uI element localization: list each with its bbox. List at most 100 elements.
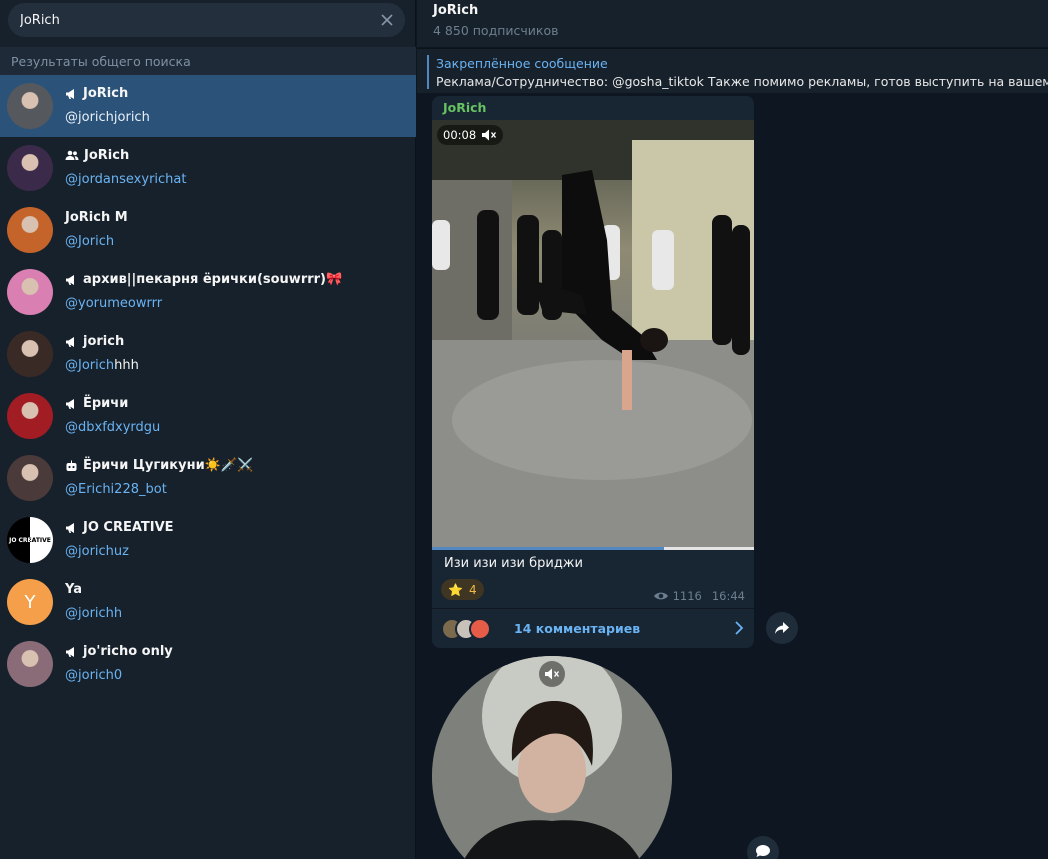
result-username-match: @Jorich bbox=[65, 358, 115, 373]
mute-icon[interactable] bbox=[481, 128, 497, 142]
avatar bbox=[7, 269, 53, 315]
result-username: @jorich0 bbox=[65, 668, 123, 683]
close-icon[interactable] bbox=[377, 10, 397, 30]
megaphone-icon bbox=[66, 336, 74, 347]
search-result-item[interactable]: архив||пекарня ёрички(souwrrr)🎀 @yorumeow… bbox=[0, 261, 416, 323]
comments-label[interactable]: 14 комментариев bbox=[514, 621, 640, 636]
megaphone-icon bbox=[66, 398, 74, 409]
result-title: архив||пекарня ёрички(souwrrr)🎀 bbox=[65, 272, 342, 287]
pinned-text: Реклама/Сотрудничество: @gosha_tiktok Та… bbox=[436, 74, 1048, 89]
result-username: @Jorich bbox=[65, 234, 115, 249]
result-title: JoRich bbox=[65, 148, 129, 163]
post-time: 16:44 bbox=[711, 589, 745, 603]
eye-icon bbox=[653, 592, 668, 600]
reaction-count: 4 bbox=[468, 582, 477, 597]
result-username: @Erichi228_bot bbox=[65, 482, 167, 497]
result-title: Ya bbox=[65, 582, 82, 597]
avatar bbox=[7, 455, 53, 501]
result-title-text: JoRich M bbox=[65, 210, 128, 225]
result-username: @jordansexyrichat bbox=[65, 172, 187, 187]
result-username: @jorichjorich bbox=[65, 110, 150, 125]
avatar bbox=[7, 83, 53, 129]
search-input[interactable] bbox=[20, 3, 380, 37]
search-result-item[interactable]: JO CREATIVE JO CREATIVE @jorichuz bbox=[0, 509, 416, 571]
result-title-text: jorich bbox=[83, 334, 125, 349]
result-username: @jorichuz bbox=[65, 544, 129, 559]
video-duration: 00:08 bbox=[443, 128, 477, 142]
result-title-text: архив||пекарня ёрички(souwrrr)🎀 bbox=[83, 272, 343, 287]
bot-icon bbox=[66, 460, 77, 471]
result-title: Ёричи Цугикуни☀️🗡️⚔️ bbox=[65, 458, 253, 473]
chat-title[interactable]: JoRich bbox=[433, 3, 478, 18]
commenter-avatars bbox=[441, 618, 507, 640]
pinned-bar bbox=[427, 55, 429, 89]
comments-bar[interactable]: 14 комментариев bbox=[432, 608, 754, 648]
pinned-message[interactable]: Закреплённое сообщение Реклама/Сотруднич… bbox=[417, 48, 1048, 93]
search-result-item[interactable]: jo'richo only @jorich0 bbox=[0, 633, 416, 695]
avatar bbox=[7, 641, 53, 687]
chat-panel: JoRich 4 850 подписчиков Закреплённое со… bbox=[417, 0, 1048, 859]
view-count: 1116 bbox=[672, 589, 702, 603]
result-title-text: Ya bbox=[65, 582, 82, 597]
mute-icon bbox=[545, 668, 560, 680]
result-title: JO CREATIVE bbox=[65, 520, 174, 535]
result-title: JoRich M bbox=[65, 210, 128, 225]
pinned-title: Закреплённое сообщение bbox=[436, 56, 608, 71]
megaphone-icon bbox=[66, 646, 74, 657]
post-meta: 1116 16:44 bbox=[653, 589, 745, 603]
post-author[interactable]: JoRich bbox=[443, 100, 486, 115]
avatar: Y bbox=[7, 579, 53, 625]
round-video-message[interactable] bbox=[432, 656, 672, 859]
reaction-badge[interactable]: ⭐ 4 bbox=[441, 579, 484, 600]
result-username-rest: hhh bbox=[114, 358, 139, 373]
avatar: JO CREATIVE bbox=[7, 517, 53, 563]
result-title: jo'richo only bbox=[65, 644, 173, 659]
result-title: Ёричи bbox=[65, 396, 128, 411]
avatar bbox=[7, 207, 53, 253]
comment-button[interactable] bbox=[747, 836, 779, 859]
result-username: @jorichh bbox=[65, 606, 123, 621]
avatar bbox=[7, 145, 53, 191]
result-username: @Jorichhhh bbox=[65, 358, 139, 373]
search-result-item[interactable]: JoRich @jorichjorich bbox=[0, 75, 416, 137]
share-button[interactable] bbox=[766, 612, 798, 644]
section-label: Результаты общего поиска bbox=[11, 54, 191, 69]
search-result-item[interactable]: JoRich @jordansexyrichat bbox=[0, 137, 416, 199]
avatar bbox=[7, 331, 53, 377]
result-username: @dbxfdxyrdgu bbox=[65, 420, 161, 435]
star-icon: ⭐ bbox=[448, 582, 463, 597]
chat-header[interactable]: JoRich 4 850 подписчиков bbox=[417, 0, 1048, 47]
result-title-text: JoRich bbox=[83, 86, 129, 101]
video-frame bbox=[432, 120, 754, 550]
channel-post: JoRich 00:08 Изи изи изи бриджи ⭐ 4 1116… bbox=[432, 96, 754, 648]
post-caption: Изи изи изи бриджи bbox=[444, 556, 583, 571]
video-player[interactable]: 00:08 bbox=[432, 120, 754, 550]
megaphone-icon bbox=[66, 522, 74, 533]
sidebar: Результаты общего поиска JoRich @jorichjo… bbox=[0, 0, 416, 859]
result-title: JoRich bbox=[65, 86, 128, 101]
avatar bbox=[469, 618, 491, 640]
search-result-item[interactable]: jorich @Jorichhhh bbox=[0, 323, 416, 385]
megaphone-icon bbox=[66, 274, 74, 285]
result-title: jorich bbox=[65, 334, 124, 349]
subscriber-count: 4 850 подписчиков bbox=[433, 23, 559, 38]
avatar bbox=[7, 393, 53, 439]
result-title-text: Ёричи bbox=[83, 396, 129, 411]
result-title-text: Ёричи Цугикуни☀️🗡️⚔️ bbox=[83, 458, 254, 473]
video-duration-badge[interactable]: 00:08 bbox=[437, 125, 504, 145]
group-icon bbox=[65, 150, 79, 160]
result-title-text: jo'richo only bbox=[83, 644, 173, 659]
video-progress-fill bbox=[432, 547, 664, 550]
mute-button[interactable] bbox=[539, 661, 565, 687]
comment-icon bbox=[756, 845, 770, 857]
search-result-item[interactable]: Ёричи @dbxfdxyrdgu bbox=[0, 385, 416, 447]
video-progress-track[interactable] bbox=[432, 547, 754, 550]
search-result-item[interactable]: Ёричи Цугикуни☀️🗡️⚔️ @Erichi228_bot bbox=[0, 447, 416, 509]
megaphone-icon bbox=[66, 88, 74, 99]
share-icon bbox=[775, 622, 789, 634]
search-result-item[interactable]: JoRich M @Jorich bbox=[0, 199, 416, 261]
result-title-text: JoRich bbox=[84, 148, 130, 163]
chevron-right-icon[interactable] bbox=[734, 620, 744, 636]
search-result-item[interactable]: Y Ya @jorichh bbox=[0, 571, 416, 633]
search-box[interactable] bbox=[8, 3, 405, 37]
